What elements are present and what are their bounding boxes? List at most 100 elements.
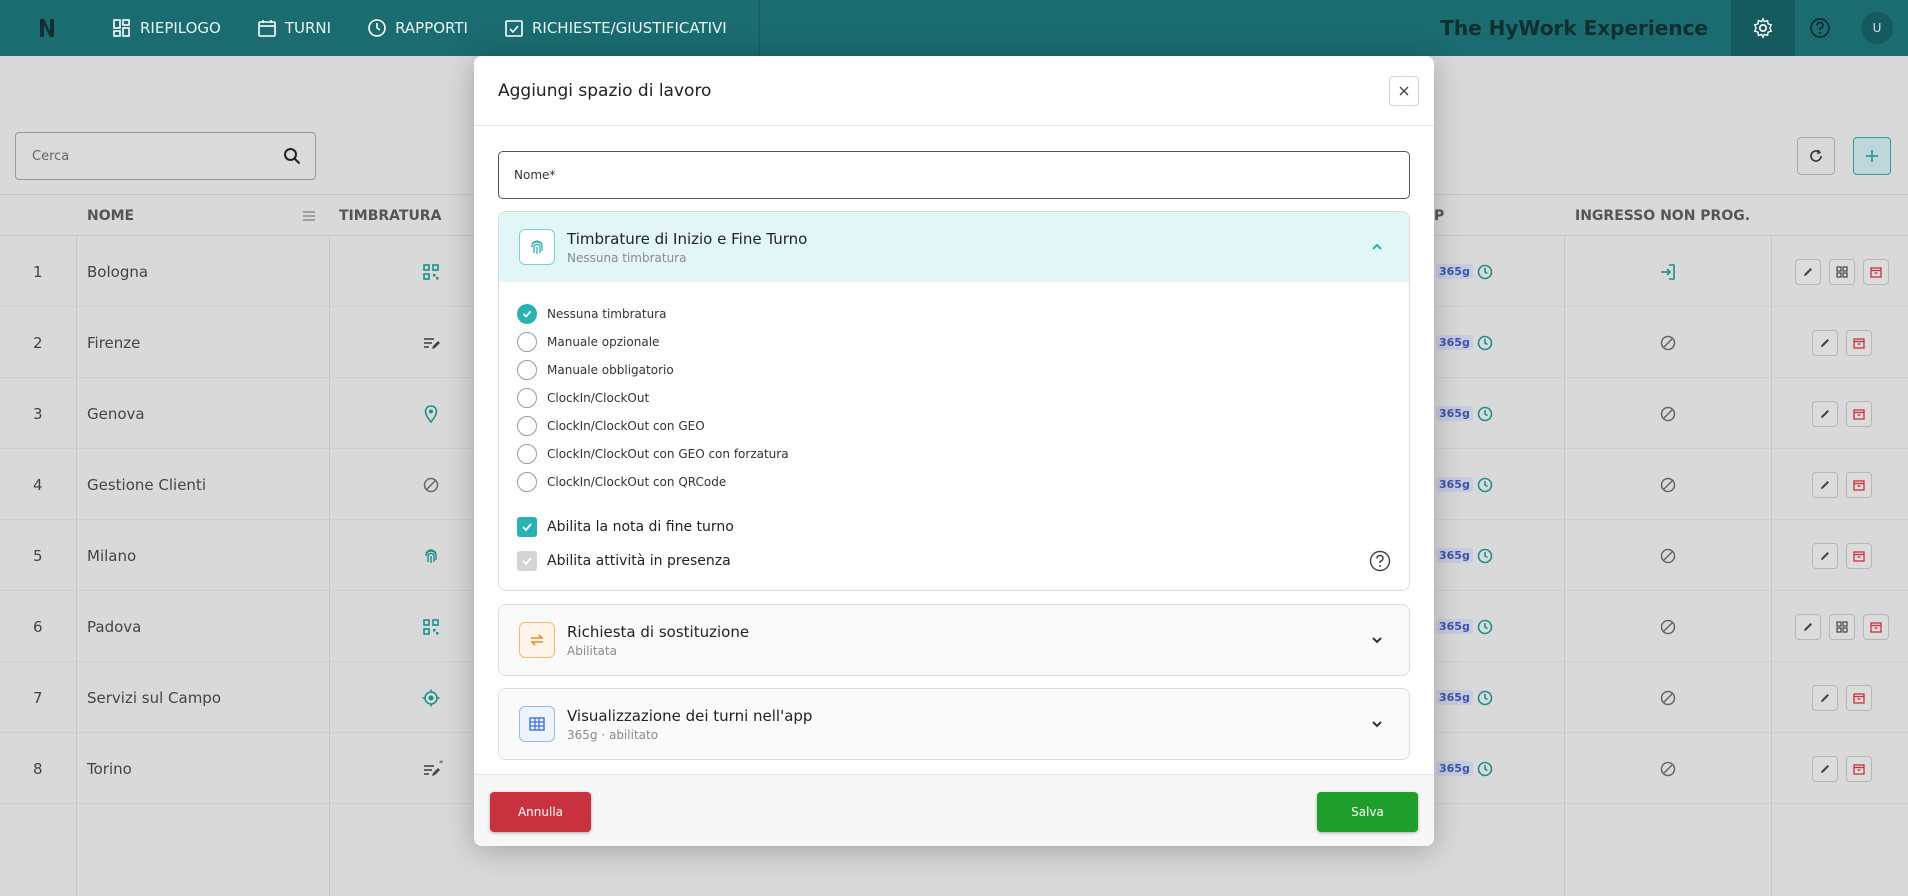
- blocked-icon: [1660, 591, 1676, 662]
- blocked-icon: [1660, 378, 1676, 449]
- section-title: Visualizzazione dei turni nell'app: [567, 706, 813, 725]
- gps-target-icon: [422, 662, 440, 733]
- chevron-down-icon[interactable]: [1367, 714, 1387, 734]
- edit-button[interactable]: [1812, 684, 1838, 711]
- delete-button[interactable]: [1846, 542, 1872, 569]
- pencil-icon: [1821, 338, 1829, 347]
- save-button[interactable]: Salva: [1317, 792, 1418, 832]
- section-subtitle: Abilitata: [567, 643, 617, 658]
- clock-icon: [1477, 520, 1493, 591]
- radio-unchecked[interactable]: [517, 444, 537, 464]
- search-input[interactable]: Cerca: [32, 149, 69, 164]
- radio-unchecked[interactable]: [517, 360, 537, 380]
- delete-button[interactable]: [1863, 613, 1889, 640]
- edit-button[interactable]: [1795, 613, 1821, 640]
- section-visualizzazione[interactable]: Visualizzazione dei turni nell'app 365g …: [498, 688, 1410, 760]
- archive-icon: [1853, 763, 1865, 775]
- close-button[interactable]: [1389, 76, 1419, 106]
- delete-button[interactable]: [1846, 471, 1872, 498]
- radio-option[interactable]: ClockIn/ClockOut con QRCode: [517, 468, 1409, 496]
- radio-unchecked[interactable]: [517, 416, 537, 436]
- timbratura-options: Nessuna timbratura Manuale opzionale Man…: [499, 282, 1409, 496]
- checkbox-label: Abilita la nota di fine turno: [547, 519, 734, 535]
- settings-button[interactable]: [1731, 0, 1795, 56]
- column-header-app[interactable]: P: [1434, 195, 1444, 237]
- section-timbrature-header[interactable]: Timbrature di Inizio e Fine Turno Nessun…: [499, 212, 1409, 282]
- column-header-timbratura[interactable]: TIMBRATURA: [339, 195, 441, 237]
- nav-item-turni[interactable]: TURNI: [239, 0, 349, 56]
- section-subtitle: 365g · abilitato: [567, 727, 659, 742]
- qrcode-button[interactable]: [1829, 613, 1855, 640]
- refresh-button[interactable]: [1797, 137, 1835, 175]
- archive-icon: [1853, 692, 1865, 704]
- clock-icon: [1477, 378, 1493, 449]
- radio-label: ClockIn/ClockOut con GEO: [547, 419, 705, 433]
- cancel-button[interactable]: Annulla: [490, 792, 591, 832]
- radio-option[interactable]: ClockIn/ClockOut con GEO: [517, 412, 1409, 440]
- gear-icon: [1753, 17, 1773, 39]
- delete-button[interactable]: [1863, 258, 1889, 285]
- help-icon[interactable]: [1369, 550, 1391, 572]
- nav-label: TURNI: [284, 19, 332, 37]
- checkbox-checked[interactable]: [517, 517, 537, 537]
- blocked-icon: [1660, 449, 1676, 520]
- radio-unchecked[interactable]: [517, 388, 537, 408]
- edit-button[interactable]: [1812, 329, 1838, 356]
- avatar[interactable]: U: [1861, 12, 1893, 44]
- dashboard-icon: [113, 19, 130, 37]
- delete-button[interactable]: [1846, 755, 1872, 782]
- help-icon: [1810, 18, 1830, 38]
- nav-item-richieste[interactable]: RICHIESTE/GIUSTIFICATIVI: [486, 0, 745, 56]
- search-field[interactable]: Cerca: [15, 132, 316, 180]
- edit-button[interactable]: [1812, 542, 1838, 569]
- radio-checked[interactable]: [517, 304, 537, 324]
- delete-button[interactable]: [1846, 329, 1872, 356]
- search-icon[interactable]: [283, 147, 301, 165]
- radio-label: Manuale opzionale: [547, 335, 660, 349]
- column-header-nome[interactable]: NOME: [87, 195, 134, 237]
- archive-icon: [1870, 266, 1882, 278]
- clock-icon: [1477, 449, 1493, 520]
- top-navbar: RIEPILOGO TURNI RAPPORTI RICHIESTE/GIUST…: [0, 0, 1908, 56]
- edit-button[interactable]: [1812, 400, 1838, 427]
- name-input[interactable]: Nome*: [514, 168, 555, 182]
- clock-icon: [1477, 733, 1493, 804]
- archive-icon: [1853, 550, 1865, 562]
- row-name: Servizi sul Campo: [87, 688, 222, 707]
- section-visualizzazione-header[interactable]: Visualizzazione dei turni nell'app 365g …: [499, 689, 1409, 759]
- radio-unchecked[interactable]: [517, 332, 537, 352]
- qrcode-icon: [423, 236, 439, 307]
- row-name: Firenze: [87, 333, 141, 352]
- help-button[interactable]: [1800, 0, 1840, 56]
- section-sostituzione[interactable]: Richiesta di sostituzione Abilitata: [498, 604, 1410, 676]
- edit-button[interactable]: [1812, 755, 1838, 782]
- nav-item-riepilogo[interactable]: RIEPILOGO: [94, 0, 239, 56]
- edit-button[interactable]: [1812, 471, 1838, 498]
- radio-option[interactable]: Nessuna timbratura: [517, 300, 1409, 328]
- app-logo[interactable]: [0, 0, 94, 56]
- location-pin-icon: [424, 378, 438, 449]
- checkbox-nota-fine-turno[interactable]: Abilita la nota di fine turno: [499, 510, 1409, 544]
- radio-option[interactable]: ClockIn/ClockOut con GEO con forzatura: [517, 440, 1409, 468]
- radio-option[interactable]: ClockIn/ClockOut: [517, 384, 1409, 412]
- row-number: 5: [33, 546, 43, 565]
- qrcode-button[interactable]: [1829, 258, 1855, 285]
- add-workspace-button[interactable]: [1853, 137, 1891, 175]
- delete-button[interactable]: [1846, 400, 1872, 427]
- row-number: 2: [33, 333, 43, 352]
- radio-option[interactable]: Manuale obbligatorio: [517, 356, 1409, 384]
- chevron-up-icon[interactable]: [1367, 237, 1387, 257]
- edit-button[interactable]: [1795, 258, 1821, 285]
- chevron-down-icon[interactable]: [1367, 630, 1387, 650]
- column-menu-icon[interactable]: [302, 195, 316, 237]
- radio-unchecked[interactable]: [517, 472, 537, 492]
- nav-item-rapporti[interactable]: RAPPORTI: [349, 0, 486, 56]
- name-field[interactable]: Nome*: [498, 151, 1410, 199]
- row-name: Gestione Clienti: [87, 475, 206, 494]
- delete-button[interactable]: [1846, 684, 1872, 711]
- radio-option[interactable]: Manuale opzionale: [517, 328, 1409, 356]
- pencil-icon: [1804, 267, 1812, 276]
- column-header-ingresso[interactable]: INGRESSO NON PROG.: [1575, 195, 1750, 237]
- checkbox-attivita-presenza[interactable]: Abilita attività in presenza: [499, 544, 1409, 578]
- section-sostituzione-header[interactable]: Richiesta di sostituzione Abilitata: [499, 605, 1409, 675]
